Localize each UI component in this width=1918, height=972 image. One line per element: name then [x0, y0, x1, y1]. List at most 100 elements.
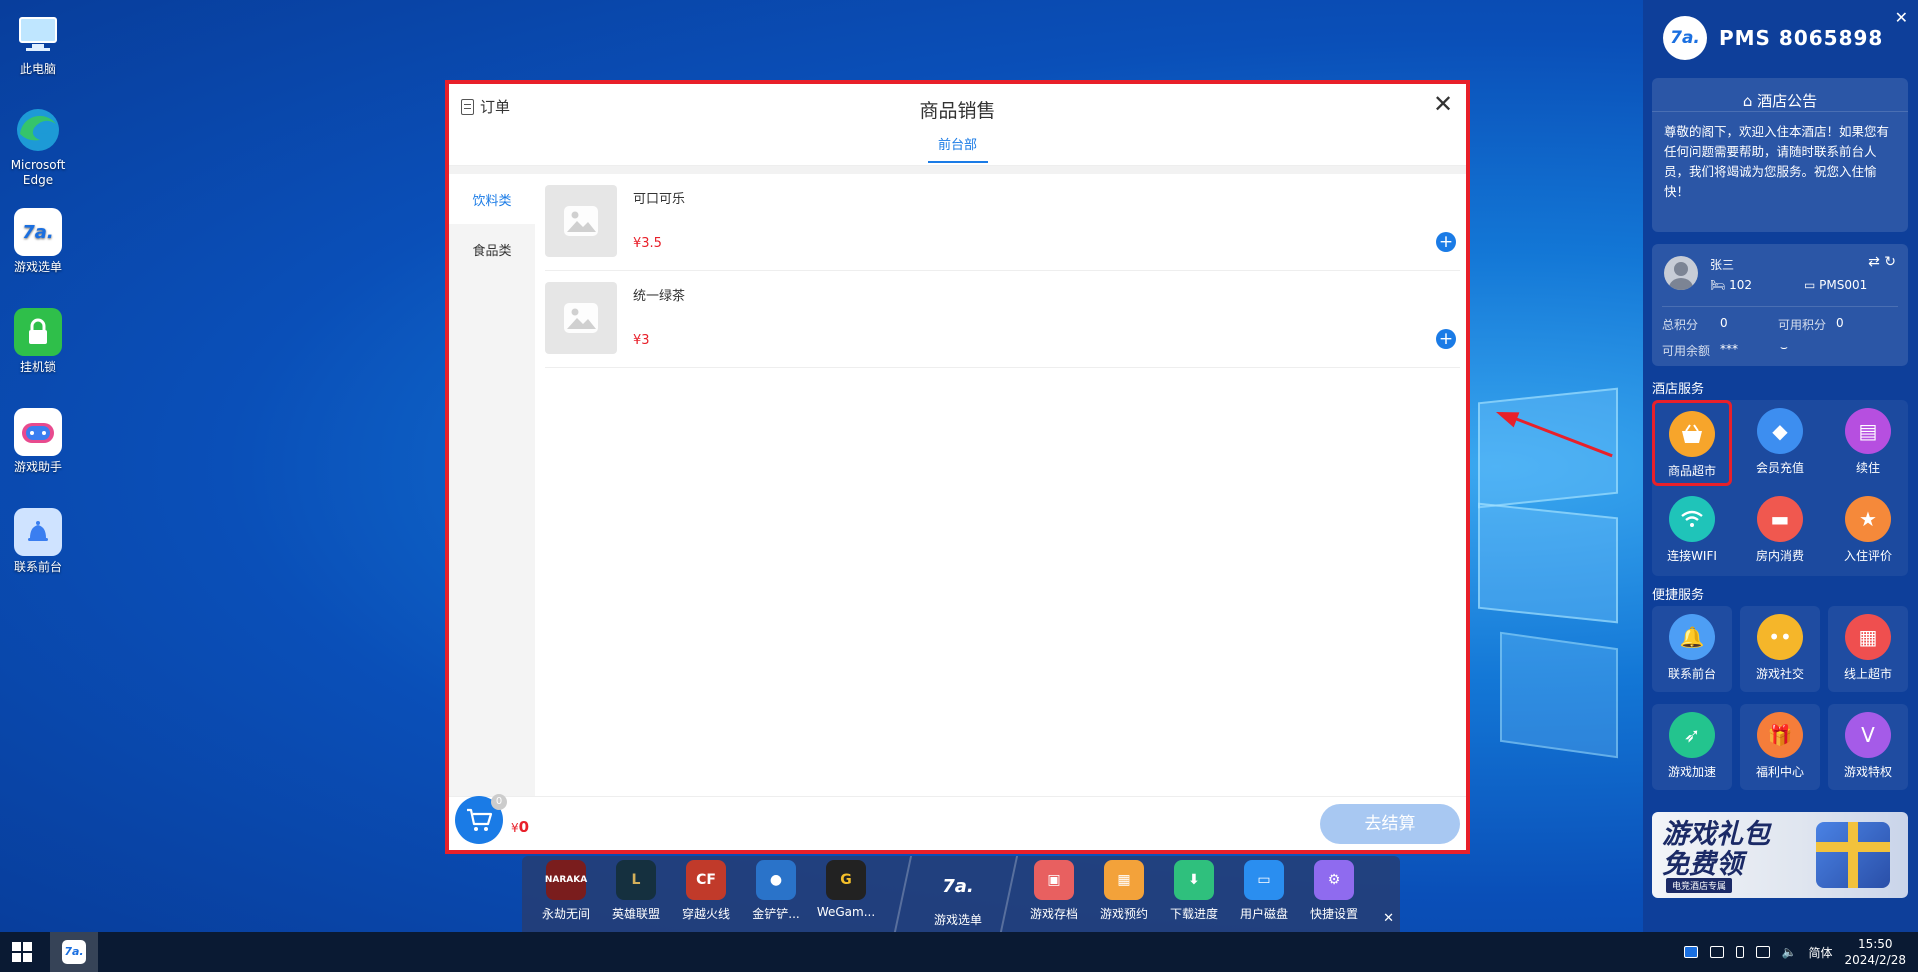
- cart-count-badge: 0: [491, 794, 507, 810]
- quick-online-mart[interactable]: ▦ 线上超市: [1828, 606, 1908, 692]
- list-item: 可口可乐 ¥3.5 +: [545, 174, 1460, 271]
- dock-item-quick-settings[interactable]: ⚙ 快捷设置: [1302, 860, 1366, 922]
- desktop-icon-game-assistant[interactable]: 游戏助手: [0, 408, 76, 475]
- wifi-icon: [1669, 496, 1715, 542]
- lock-icon: [14, 308, 62, 356]
- quick-game-privilege[interactable]: V 游戏特权: [1828, 704, 1908, 790]
- notice-header: ⌂ 酒店公告: [1652, 78, 1908, 112]
- game-dock: NARAKA 永劫无间 L 英雄联盟 CF 穿越火线 ● 金铲铲... G We…: [522, 856, 1400, 932]
- dock-item-wegame[interactable]: G WeGam...: [814, 860, 878, 919]
- desktop-icon-game-menu[interactable]: 7a. 游戏选单: [0, 208, 76, 275]
- close-icon[interactable]: ✕: [1430, 92, 1456, 118]
- lol-icon: L: [616, 860, 656, 900]
- rocket-icon: ➶: [1669, 712, 1715, 758]
- dock-label: 游戏预约: [1099, 907, 1148, 921]
- quick-game-social[interactable]: •• 游戏社交: [1740, 606, 1820, 692]
- service-review[interactable]: ★ 入住评价: [1828, 488, 1908, 574]
- dock-item-naraka[interactable]: NARAKA 永劫无间: [534, 860, 598, 922]
- house-icon: ⌂: [1742, 92, 1753, 110]
- desktop-icon-computer[interactable]: 此电脑: [0, 10, 76, 77]
- service-member-recharge[interactable]: ◆ 会员充值: [1740, 400, 1820, 486]
- notice-title: 酒店公告: [1757, 92, 1818, 110]
- service-wifi[interactable]: 连接WIFI: [1652, 488, 1732, 574]
- avatar: [1664, 256, 1698, 290]
- keyboard-icon[interactable]: [1709, 946, 1724, 958]
- category-food[interactable]: 食品类: [449, 224, 535, 274]
- gift-box-icon: [1816, 822, 1890, 888]
- brand-logo-icon: 7a.: [1663, 16, 1707, 60]
- total-points-label: 总积分: [1662, 318, 1699, 332]
- service-mart[interactable]: 商品超市: [1652, 400, 1732, 486]
- battery-icon[interactable]: [1735, 946, 1744, 958]
- quick-label: 游戏社交: [1755, 667, 1804, 681]
- bell-icon: [14, 508, 62, 556]
- tab-front-desk[interactable]: 前台部: [449, 134, 1466, 163]
- dock-label: 下载进度: [1169, 907, 1218, 921]
- close-icon[interactable]: ✕: [1383, 911, 1394, 926]
- dock-item-download-progress[interactable]: ⬇ 下载进度: [1162, 860, 1226, 922]
- quick-welfare-center[interactable]: 🎁 福利中心: [1740, 704, 1820, 790]
- hotel-services-grid: 商品超市 ◆ 会员充值 ▤ 续住 连接WIFI ▬ 房内消费 ★ 入住评价: [1652, 400, 1908, 576]
- category-drinks[interactable]: 饮料类: [449, 174, 535, 224]
- checkout-button[interactable]: 去结算: [1320, 804, 1460, 844]
- dock-item-game-save[interactable]: ▣ 游戏存档: [1022, 860, 1086, 922]
- add-to-cart-button[interactable]: +: [1436, 232, 1456, 252]
- calendar-icon: ▦: [1104, 860, 1144, 900]
- close-icon[interactable]: ✕: [1895, 8, 1908, 27]
- windows-start-icon[interactable]: [12, 942, 32, 962]
- quick-label: 线上超市: [1843, 667, 1892, 681]
- dialog-header: 订单 商品销售 ✕ 前台部: [449, 84, 1466, 166]
- quick-services-label: 便捷服务: [1652, 588, 1705, 603]
- taskbar: 7a. 🔈 简体 15:50 2024/2/28: [0, 932, 1918, 972]
- dock-label: 穿越火线: [681, 907, 730, 921]
- gift-icon: 🎁: [1757, 712, 1803, 758]
- dock-item-jcc[interactable]: ● 金铲铲...: [744, 860, 808, 922]
- bell-icon: 🔔: [1669, 614, 1715, 660]
- dock-item-crossfire[interactable]: CF 穿越火线: [674, 860, 738, 922]
- diamond-icon: ◆: [1757, 408, 1803, 454]
- desktop-icon-contact-front-desk[interactable]: 联系前台: [0, 508, 76, 575]
- ime-indicator[interactable]: 简体: [1808, 944, 1832, 961]
- available-points-label: 可用积分: [1778, 318, 1827, 332]
- balance-value: ***: [1720, 342, 1738, 356]
- dock-item-game-reserve[interactable]: ▦ 游戏预约: [1092, 860, 1156, 922]
- volume-icon[interactable]: 🔈: [1782, 945, 1797, 959]
- quick-contact-front-desk[interactable]: 🔔 联系前台: [1652, 606, 1732, 692]
- cart-button[interactable]: 0: [455, 794, 507, 844]
- service-extend-stay[interactable]: ▤ 续住: [1828, 400, 1908, 486]
- total-value: 0: [518, 818, 530, 836]
- taskbar-app-game-menu[interactable]: 7a.: [50, 932, 98, 972]
- switch-icon[interactable]: ⇄ ↻: [1868, 254, 1896, 270]
- dock-label: 快捷设置: [1309, 907, 1358, 921]
- eye-closed-icon[interactable]: ⌣: [1780, 340, 1788, 355]
- disk-icon: ▭: [1244, 860, 1284, 900]
- service-label: 商品超市: [1667, 464, 1716, 478]
- quick-game-boost[interactable]: ➶ 游戏加速: [1652, 704, 1732, 790]
- desktop-icon-lock[interactable]: 挂机锁: [0, 308, 76, 375]
- dock-label: 用户磁盘: [1239, 907, 1288, 921]
- edge-icon: [14, 106, 62, 154]
- add-to-cart-button[interactable]: +: [1436, 329, 1456, 349]
- service-label: 房内消费: [1755, 549, 1804, 563]
- dock-item-user-disk[interactable]: ▭ 用户磁盘: [1232, 860, 1296, 922]
- dock-item-game-menu[interactable]: 7a. 游戏选单: [926, 866, 990, 928]
- desktop-icon-edge[interactable]: Microsoft Edge: [0, 106, 76, 188]
- dock-item-lol[interactable]: L 英雄联盟: [604, 860, 668, 922]
- product-name: 可口可乐: [633, 192, 686, 207]
- product-list: 可口可乐 ¥3.5 + 统一绿茶 ¥3 +: [545, 174, 1460, 796]
- quick-label: 游戏加速: [1667, 765, 1716, 779]
- service-room-consumption[interactable]: ▬ 房内消费: [1740, 488, 1820, 574]
- promo-title: 游戏礼包 免费领: [1662, 819, 1770, 880]
- settings-icon: ⚙: [1314, 860, 1354, 900]
- app-tray-icon[interactable]: [1683, 946, 1698, 958]
- clock[interactable]: 15:50 2024/2/28: [1844, 936, 1906, 968]
- room-info: 🛏 102: [1710, 278, 1752, 292]
- network-icon[interactable]: [1755, 946, 1770, 958]
- user-card: 张三 🛏 102 ▭ PMS001 ⇄ ↻ 总积分 0 可用积分 0 可用余额 …: [1652, 244, 1908, 366]
- game-gift-banner[interactable]: 游戏礼包 免费领 电竞酒店专属: [1652, 812, 1908, 898]
- panel-title: PMS 8065898: [1719, 26, 1884, 50]
- balance-label: 可用余额: [1662, 344, 1711, 358]
- hotel-services-label: 酒店服务: [1652, 382, 1705, 397]
- clock-date: 2024/2/28: [1844, 953, 1906, 967]
- service-label: 入住评价: [1843, 549, 1892, 563]
